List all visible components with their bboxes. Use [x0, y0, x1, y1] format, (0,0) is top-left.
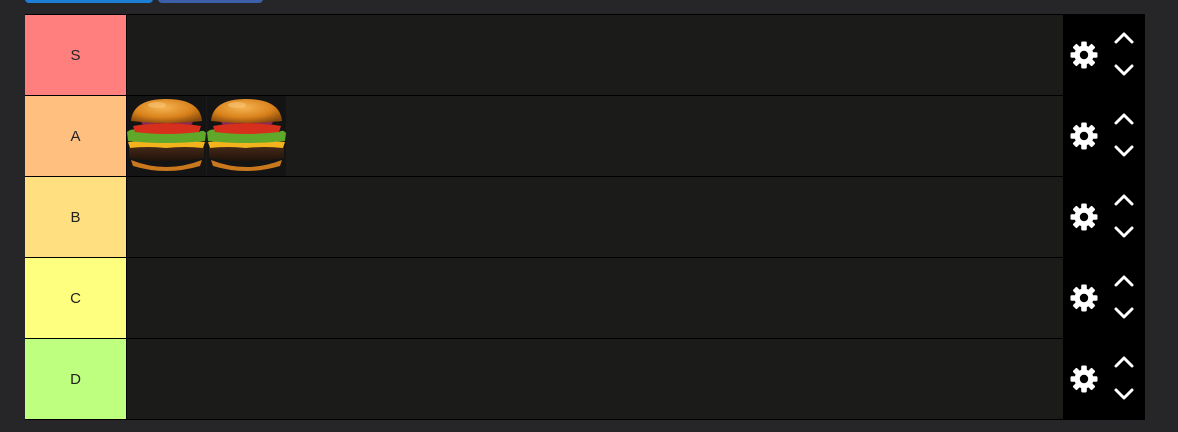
tier-drop-zone[interactable]	[127, 15, 1063, 95]
tier-row-c: C	[25, 258, 1145, 338]
chevron-up-icon[interactable]	[1113, 273, 1135, 289]
tier-label[interactable]: A	[25, 96, 126, 176]
burger-image[interactable]	[127, 96, 206, 176]
gear-icon[interactable]	[1069, 121, 1099, 151]
top-action-button-primary[interactable]	[25, 0, 153, 3]
chevron-up-icon[interactable]	[1113, 30, 1135, 46]
tier-controls	[1064, 339, 1145, 419]
burger-image[interactable]	[207, 96, 286, 176]
tier-drop-zone[interactable]	[127, 177, 1063, 257]
tier-row-d: D	[25, 339, 1145, 419]
tier-label[interactable]: S	[25, 15, 126, 95]
tier-label[interactable]: D	[25, 339, 126, 419]
chevron-up-icon[interactable]	[1113, 354, 1135, 370]
gear-icon[interactable]	[1069, 40, 1099, 70]
tier-label[interactable]: B	[25, 177, 126, 257]
chevron-down-icon[interactable]	[1113, 305, 1135, 321]
chevron-down-icon[interactable]	[1113, 386, 1135, 402]
gear-icon[interactable]	[1069, 283, 1099, 313]
tier-row-b: B	[25, 177, 1145, 257]
tier-drop-zone[interactable]	[127, 96, 1063, 176]
tier-controls	[1064, 96, 1145, 176]
chevron-up-icon[interactable]	[1113, 111, 1135, 127]
tier-controls	[1064, 177, 1145, 257]
tier-drop-zone[interactable]	[127, 258, 1063, 338]
tier-label[interactable]: C	[25, 258, 126, 338]
tier-row-s: S	[25, 15, 1145, 95]
chevron-down-icon[interactable]	[1113, 224, 1135, 240]
chevron-up-icon[interactable]	[1113, 192, 1135, 208]
gear-icon[interactable]	[1069, 364, 1099, 394]
gear-icon[interactable]	[1069, 202, 1099, 232]
chevron-down-icon[interactable]	[1113, 143, 1135, 159]
tier-controls	[1064, 15, 1145, 95]
tier-list: S A B C D	[25, 14, 1145, 420]
top-action-button-secondary[interactable]	[158, 0, 263, 3]
tier-controls	[1064, 258, 1145, 338]
tier-drop-zone[interactable]	[127, 339, 1063, 419]
chevron-down-icon[interactable]	[1113, 62, 1135, 78]
tier-row-a: A	[25, 96, 1145, 176]
